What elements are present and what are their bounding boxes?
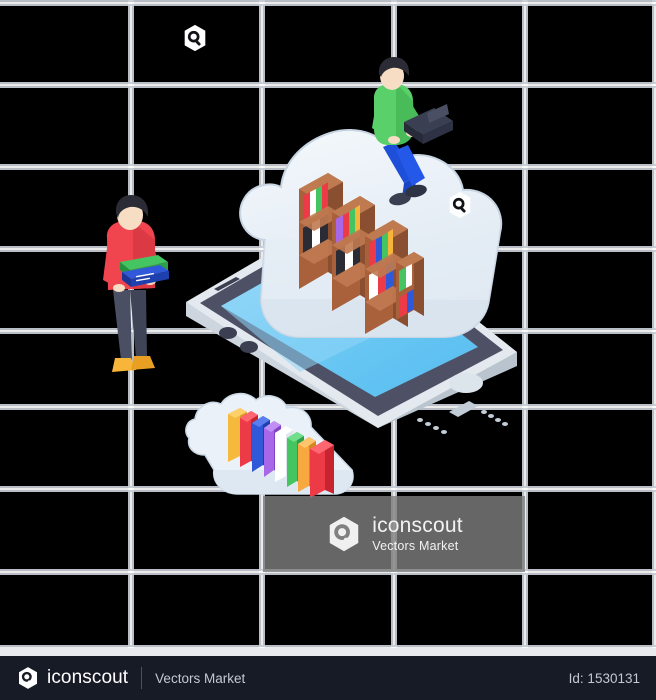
- iconscout-logo-icon: [19, 667, 37, 689]
- footer-brand: iconscout: [47, 667, 129, 688]
- bookshelf-side: [396, 252, 424, 320]
- footer-bar: iconscout Vectors Market Id: 1530131: [0, 656, 656, 700]
- watermark-brand: iconscout: [372, 514, 463, 538]
- footer-contributor: Vectors Market: [155, 670, 246, 686]
- canvas-bottom-strip: [0, 648, 656, 656]
- center-watermark-band: iconscout Vectors Market: [263, 496, 525, 572]
- footer-divider: [141, 667, 143, 689]
- preview-stage: iconscout Vectors Market iconscout Vecto…: [0, 0, 656, 700]
- watermark-top-left-icon: [180, 23, 210, 53]
- footer-asset-id: Id: 1530131: [568, 670, 640, 686]
- transparency-grid-canvas: iconscout Vectors Market: [0, 0, 656, 656]
- watermark-mid-right-icon: [445, 190, 475, 220]
- small-cloud-with-books: [185, 392, 354, 498]
- watermark-logo-icon: [329, 516, 359, 552]
- watermark-contributor: Vectors Market: [372, 539, 459, 554]
- person-standing-with-books: [103, 195, 169, 372]
